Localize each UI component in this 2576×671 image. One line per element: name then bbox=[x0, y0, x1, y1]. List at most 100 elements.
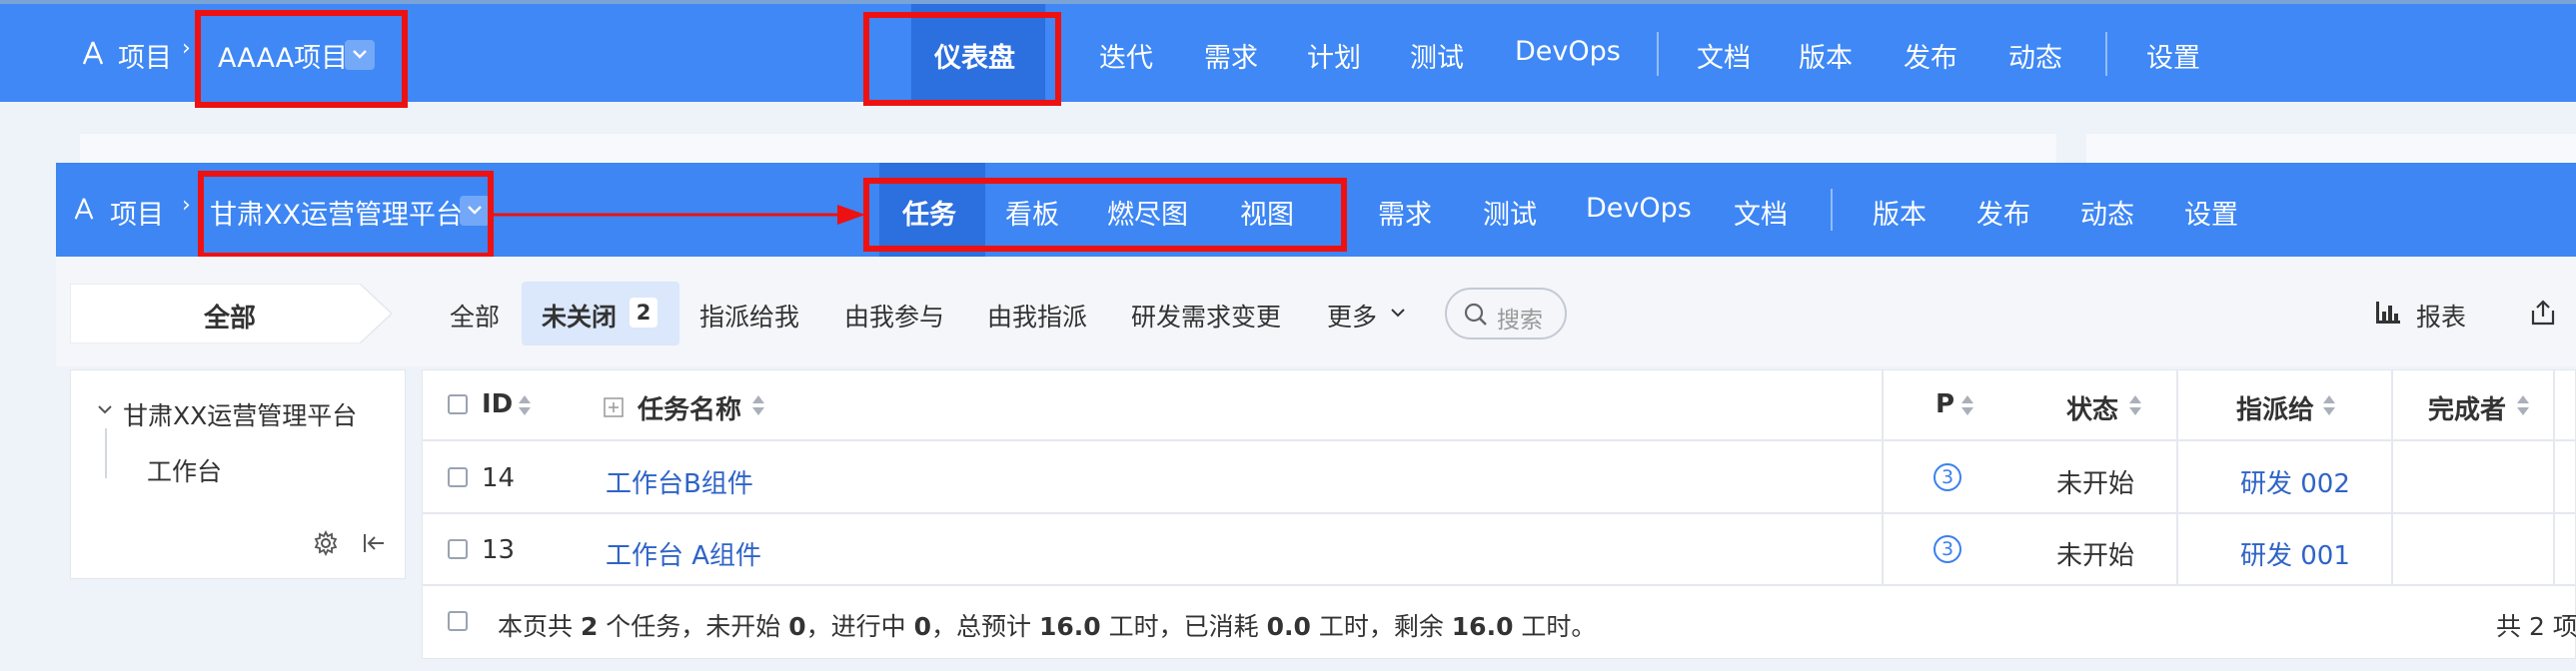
filter-count-badge: 2 bbox=[630, 298, 657, 328]
filter-more[interactable]: 更多 bbox=[1327, 298, 1377, 334]
report-button[interactable]: 报表 bbox=[2416, 298, 2466, 334]
sub-nav-test[interactable]: 测试 bbox=[1483, 193, 1537, 232]
row-checkbox[interactable] bbox=[448, 539, 468, 559]
select-all-checkbox[interactable] bbox=[448, 394, 468, 414]
search-box[interactable]: 搜索 bbox=[1445, 288, 1567, 339]
summary-text: 个任务，未开始 bbox=[598, 612, 789, 641]
sub-nav-activity[interactable]: 动态 bbox=[2080, 193, 2134, 232]
column-header-status[interactable]: 状态 bbox=[2066, 389, 2118, 426]
top-nav-test[interactable]: 测试 bbox=[1410, 36, 1464, 75]
summary-text: 工时，已消耗 bbox=[1100, 612, 1267, 641]
summary-text: ，进行中 bbox=[805, 612, 914, 641]
project-icon bbox=[74, 198, 94, 220]
row-task-name-link[interactable]: 工作台B组件 bbox=[606, 463, 753, 500]
top-nav-iteration[interactable]: 迭代 bbox=[1099, 36, 1153, 75]
filter-unclosed-label: 未关闭 bbox=[542, 303, 618, 332]
top-nav-divider bbox=[2105, 32, 2107, 76]
gear-icon[interactable] bbox=[313, 530, 339, 556]
column-header-name[interactable]: 任务名称 bbox=[638, 389, 741, 426]
top-nav-plan[interactable]: 计划 bbox=[1307, 36, 1361, 75]
row-priority-badge: 3 bbox=[1933, 535, 1961, 563]
sort-icon[interactable] bbox=[2516, 393, 2530, 417]
sub-nav-docs[interactable]: 文档 bbox=[1734, 193, 1788, 232]
collapse-sidebar-icon[interactable] bbox=[361, 530, 387, 556]
top-nav-activity[interactable]: 动态 bbox=[2008, 36, 2062, 75]
footer-checkbox[interactable] bbox=[448, 611, 468, 631]
export-icon[interactable] bbox=[2528, 298, 2558, 328]
row-task-name-link[interactable]: 工作台 A组件 bbox=[606, 535, 761, 572]
top-nav-devops[interactable]: DevOps bbox=[1515, 36, 1621, 67]
expand-all-icon[interactable] bbox=[604, 397, 624, 417]
highlight-box-top-dashboard bbox=[863, 12, 1061, 106]
sort-icon[interactable] bbox=[2128, 393, 2142, 417]
sub-nav-requirement[interactable]: 需求 bbox=[1378, 193, 1432, 232]
highlight-box-sub-project bbox=[198, 171, 494, 259]
column-header-assignee[interactable]: 指派给 bbox=[2236, 389, 2314, 426]
sub-nav-release[interactable]: 发布 bbox=[1976, 193, 2030, 232]
sort-icon[interactable] bbox=[751, 393, 765, 417]
filter-assigned-to-me[interactable]: 指派给我 bbox=[699, 298, 799, 334]
top-nav-requirement[interactable]: 需求 bbox=[1204, 36, 1258, 75]
sub-nav-version[interactable]: 版本 bbox=[1873, 193, 1927, 232]
all-modules-label: 全部 bbox=[204, 304, 257, 334]
filter-requirement-change[interactable]: 研发需求变更 bbox=[1131, 298, 1281, 334]
top-nav-settings[interactable]: 设置 bbox=[2146, 36, 2200, 75]
summary-text: ，总预计 bbox=[931, 612, 1039, 641]
top-nav-docs[interactable]: 文档 bbox=[1697, 36, 1751, 75]
breadcrumb-separator-icon: › bbox=[182, 36, 191, 61]
project-icon bbox=[82, 41, 104, 65]
sub-nav-settings[interactable]: 设置 bbox=[2184, 193, 2238, 232]
sort-icon[interactable] bbox=[1960, 393, 1974, 417]
summary-not-started: 0 bbox=[788, 612, 806, 641]
row-status: 未开始 bbox=[2056, 541, 2135, 571]
table-row-divider bbox=[422, 584, 2576, 586]
chevron-down-icon[interactable] bbox=[97, 402, 113, 416]
highlight-box-top-project bbox=[195, 10, 408, 108]
top-nav-release[interactable]: 发布 bbox=[1904, 36, 1957, 75]
all-modules-selector[interactable]: 全部 bbox=[70, 284, 392, 343]
top-project-label[interactable]: 项目 bbox=[118, 36, 172, 75]
row-assignee-link[interactable]: 研发 001 bbox=[2240, 535, 2350, 572]
table-summary: 本页共 2 个任务，未开始 0，进行中 0，总预计 16.0 工时，已消耗 0.… bbox=[498, 607, 1596, 643]
sort-icon[interactable] bbox=[518, 393, 532, 417]
highlight-box-sub-tabs bbox=[863, 178, 1347, 252]
sub-nav-divider bbox=[1831, 189, 1833, 231]
summary-total: 2 bbox=[580, 612, 599, 641]
chevron-down-icon[interactable] bbox=[1389, 306, 1407, 320]
row-priority-badge: 3 bbox=[1933, 463, 1961, 491]
column-header-priority[interactable]: P bbox=[1935, 389, 1954, 419]
row-checkbox[interactable] bbox=[448, 467, 468, 487]
summary-text: 本页共 bbox=[498, 612, 581, 641]
summary-in-progress: 0 bbox=[913, 612, 932, 641]
summary-text: 工时。 bbox=[1513, 612, 1597, 641]
summary-left: 16.0 bbox=[1451, 612, 1514, 641]
filter-all[interactable]: 全部 bbox=[450, 298, 500, 334]
filter-assigned-by-me[interactable]: 由我指派 bbox=[987, 298, 1087, 334]
column-header-finisher[interactable]: 完成者 bbox=[2428, 389, 2506, 426]
tree-root-item[interactable]: 甘肃XX运营管理平台 bbox=[123, 396, 357, 432]
search-icon bbox=[1464, 303, 1487, 326]
tree-child-item[interactable]: 工作台 bbox=[147, 452, 222, 488]
row-id: 13 bbox=[482, 535, 516, 565]
filter-row bbox=[56, 257, 2576, 366]
sort-icon[interactable] bbox=[2322, 393, 2336, 417]
summary-consumed: 0.0 bbox=[1266, 612, 1311, 641]
top-nav-version[interactable]: 版本 bbox=[1799, 36, 1853, 75]
top-nav-divider bbox=[1657, 32, 1659, 76]
summary-text: 工时，剩余 bbox=[1310, 612, 1452, 641]
search-placeholder: 搜索 bbox=[1497, 308, 1543, 334]
row-status: 未开始 bbox=[2056, 469, 2135, 499]
sub-nav-devops[interactable]: DevOps bbox=[1586, 193, 1692, 224]
row-id: 14 bbox=[482, 463, 516, 493]
breadcrumb-separator-icon: › bbox=[182, 193, 191, 218]
tree-guide-line bbox=[105, 428, 107, 478]
row-assignee-link[interactable]: 研发 002 bbox=[2240, 463, 2350, 500]
module-tree-panel: 甘肃XX运营管理平台 工作台 bbox=[70, 369, 406, 579]
filter-unclosed[interactable]: 未关闭 2 bbox=[522, 282, 679, 345]
annotation-arrow-icon bbox=[490, 205, 865, 225]
report-chart-icon bbox=[2376, 302, 2400, 324]
sub-project-label[interactable]: 项目 bbox=[110, 193, 164, 232]
summary-estimate: 16.0 bbox=[1038, 612, 1101, 641]
filter-involved[interactable]: 由我参与 bbox=[844, 298, 944, 334]
column-header-id[interactable]: ID bbox=[482, 389, 513, 419]
